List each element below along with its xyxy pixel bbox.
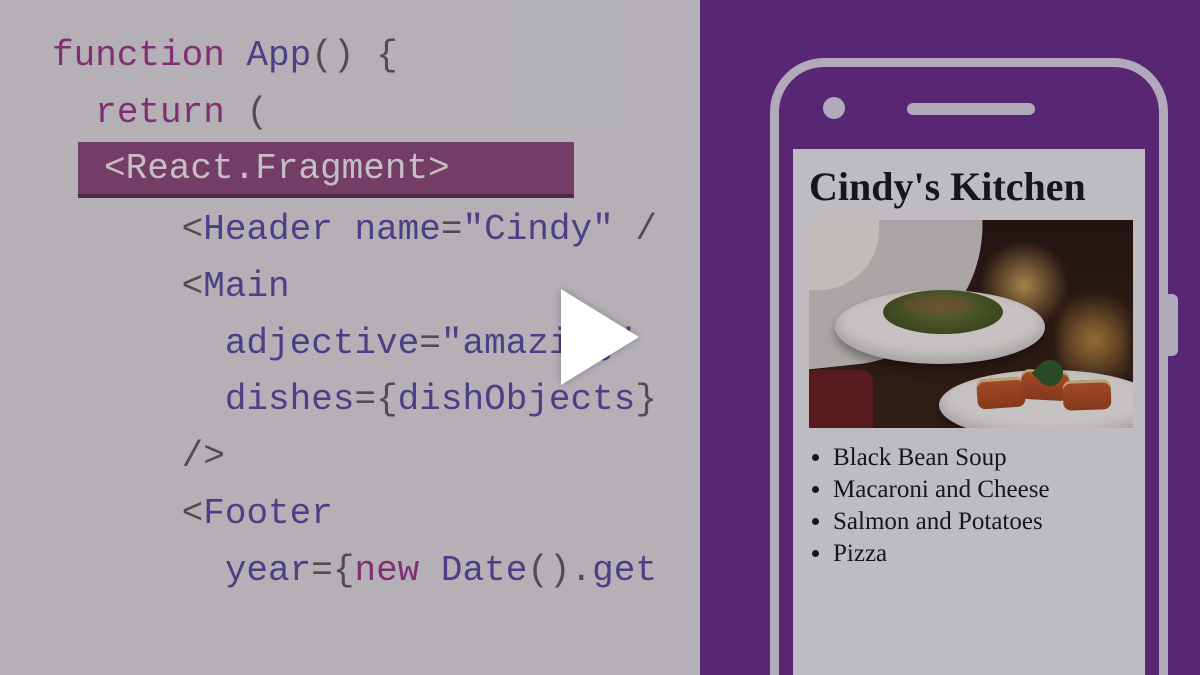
hero-image — [809, 220, 1133, 428]
phone-frame: Cindy's Kitchen Black Bean Soup Macaroni… — [770, 58, 1168, 675]
highlighted-code-line: <React.Fragment> — [0, 142, 700, 200]
code-line: /> — [0, 429, 700, 486]
list-item: Macaroni and Cheese — [833, 474, 1129, 506]
code-line: function App() { — [0, 28, 700, 85]
menu-list: Black Bean Soup Macaroni and Cheese Salm… — [809, 442, 1129, 570]
list-item: Black Bean Soup — [833, 442, 1129, 474]
code-line: return ( — [0, 85, 700, 142]
phone-side-button-icon — [1168, 294, 1178, 356]
code-line: <Header name="Cindy" / — [0, 202, 700, 259]
list-item: Salmon and Potatoes — [833, 506, 1129, 538]
phone-camera-icon — [823, 97, 845, 119]
video-thumbnail[interactable]: function App() { return ( <React.Fragmen… — [0, 0, 1200, 675]
phone-preview-panel: Cindy's Kitchen Black Bean Soup Macaroni… — [700, 0, 1200, 675]
app-title: Cindy's Kitchen — [809, 163, 1129, 210]
phone-top-bar — [779, 67, 1159, 149]
play-icon[interactable] — [561, 289, 639, 385]
code-line: <Footer — [0, 486, 700, 543]
phone-speaker-icon — [907, 103, 1035, 115]
highlight-text: <React.Fragment> — [104, 148, 450, 189]
phone-screen: Cindy's Kitchen Black Bean Soup Macaroni… — [793, 149, 1145, 675]
list-item: Pizza — [833, 538, 1129, 570]
code-line: year={new Date().get — [0, 543, 700, 600]
